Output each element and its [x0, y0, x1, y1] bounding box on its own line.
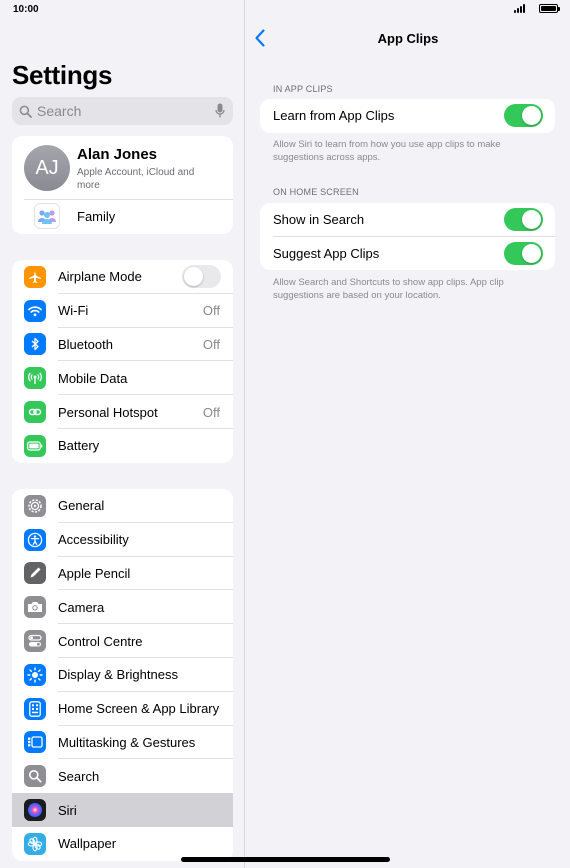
toggle-switch[interactable]: [504, 241, 543, 265]
sidebar-item-label: Home Screen & App Library: [58, 701, 220, 717]
sidebar-item-wallpaper[interactable]: Wallpaper: [12, 827, 233, 861]
search-icon: [24, 765, 46, 788]
siri-icon: [24, 799, 46, 822]
sidebar-item-accessibility[interactable]: Accessibility: [12, 523, 233, 557]
sidebar-item-label: Control Centre: [58, 633, 143, 649]
setting-label: Suggest App Clips: [273, 245, 380, 261]
antenna-icon: [24, 367, 46, 390]
sidebar-item-camera[interactable]: Camera: [12, 590, 233, 625]
section-header-in-app-clips: IN APP CLIPS: [273, 84, 333, 94]
sidebar-item-label: Wallpaper: [58, 836, 117, 852]
sidebar-item-apple-pencil[interactable]: Apple Pencil: [12, 557, 233, 591]
home-screen-icon: [24, 697, 46, 720]
sidebar-item-personal-hotspot[interactable]: Personal Hotspot Off: [12, 395, 233, 429]
multitasking-icon: [24, 731, 46, 754]
sidebar-item-label: Wi-Fi: [58, 303, 89, 319]
flower-icon: [24, 832, 46, 855]
sidebar-item-label: Apple Pencil: [58, 565, 131, 581]
setting-row-suggest-app-clips: Suggest App Clips: [260, 237, 555, 271]
toggle-knob: [522, 210, 541, 230]
on-home-screen-group: Show in Search Suggest App Clips: [260, 203, 555, 270]
sidebar-item-label: Accessibility: [58, 532, 129, 548]
battery-icon: [24, 434, 46, 457]
connectivity-group: Airplane Mode Wi-Fi Off Bluetooth Off Mobile …: [12, 260, 233, 463]
sidebar-item-airplane-mode[interactable]: Airplane Mode: [12, 260, 233, 294]
microphone-icon[interactable]: [215, 103, 225, 119]
sidebar-item-wi-fi[interactable]: Wi-Fi Off: [12, 294, 233, 328]
gear-icon: [24, 494, 46, 517]
sidebar-item-label: Airplane Mode: [58, 269, 142, 285]
wifi-icon: [24, 299, 46, 322]
family-icon: [34, 203, 60, 229]
sidebar-item-label: Battery: [58, 438, 100, 454]
app-clips-pane: App Clips IN APP CLIPS Learn from App Cl…: [246, 0, 570, 868]
account-name: Alan Jones: [77, 146, 158, 163]
section-footer-in-app-clips: Allow Siri to learn from how you use app…: [273, 139, 501, 163]
sidebar-item-label: Multitasking & Gestures: [58, 734, 196, 750]
search-icon: [19, 105, 32, 118]
account-subtitle: Apple Account, iCloud and more: [77, 167, 195, 191]
divider: [24, 199, 233, 200]
setting-label: Show in Search: [273, 212, 365, 228]
sidebar-item-label: Display & Brightness: [58, 667, 178, 683]
setting-row-learn-from-app-clips: Learn from App Clips: [260, 99, 555, 133]
home-indicator: [181, 857, 390, 862]
settings-sidebar: Settings Search AJ Alan Jones Apple Acco…: [0, 0, 245, 868]
in-app-clips-group: Learn from App Clips: [260, 99, 555, 133]
avatar: AJ: [24, 145, 70, 191]
sidebar-item-mobile-data[interactable]: Mobile Data: [12, 361, 233, 396]
pencil-icon: [24, 562, 46, 585]
search-field[interactable]: Search: [12, 97, 233, 125]
sidebar-item-bluetooth[interactable]: Bluetooth Off: [12, 328, 233, 362]
sidebar-item-label: Camera: [58, 599, 105, 615]
sidebar-item-control-centre[interactable]: Control Centre: [12, 624, 233, 658]
account-card[interactable]: AJ Alan Jones Apple Account, iCloud and …: [12, 136, 233, 234]
sidebar-item-value: Off: [202, 303, 220, 319]
accessibility-icon: [24, 528, 46, 551]
airplane-icon: [24, 265, 46, 288]
toggle-switch[interactable]: [504, 208, 543, 232]
sidebar-item-label: Personal Hotspot: [58, 404, 158, 420]
toggle-switch[interactable]: [182, 265, 221, 289]
sun-icon: [24, 663, 46, 686]
sidebar-item-label: Bluetooth: [58, 336, 113, 352]
hotspot-icon: [24, 401, 46, 424]
section-footer-on-home-screen: Allow Search and Shortcuts to show app c…: [273, 277, 504, 301]
sidebar-item-siri[interactable]: Siri: [12, 793, 233, 827]
sidebar-item-value: Off: [202, 404, 220, 420]
search-placeholder: Search: [37, 103, 82, 119]
toggle-knob: [184, 267, 203, 287]
toggle-switch[interactable]: [504, 104, 543, 128]
sidebar-item-label: Mobile Data: [58, 370, 128, 386]
setting-row-show-in-search: Show in Search: [260, 203, 555, 237]
sidebar-item-label: Search: [58, 768, 100, 784]
page-title: Settings: [12, 60, 113, 90]
sidebar-item-display-and-brightness[interactable]: Display & Brightness: [12, 658, 233, 692]
sidebar-item-battery[interactable]: Battery: [12, 429, 233, 463]
family-link[interactable]: Family: [77, 209, 115, 224]
nav-title: App Clips: [377, 31, 439, 46]
toggle-knob: [522, 243, 541, 263]
sidebar-item-value: Off: [202, 336, 220, 352]
camera-icon: [24, 596, 46, 619]
sidebar-item-multitasking-and-gestures[interactable]: Multitasking & Gestures: [12, 726, 233, 760]
sidebar-item-search[interactable]: Search: [12, 759, 233, 793]
sidebar-item-label: Siri: [58, 802, 77, 818]
bluetooth-icon: [24, 333, 46, 356]
sidebar-item-home-screen-and-app-library[interactable]: Home Screen & App Library: [12, 692, 233, 726]
system-group: General Accessibility Apple Pencil Camera Co…: [12, 489, 233, 861]
section-header-on-home-screen: ON HOME SCREEN: [273, 187, 359, 197]
toggle-knob: [522, 106, 541, 126]
sidebar-item-general[interactable]: General: [12, 489, 233, 523]
setting-label: Learn from App Clips: [273, 108, 395, 124]
switches-icon: [24, 630, 46, 653]
sidebar-item-label: General: [58, 498, 105, 514]
